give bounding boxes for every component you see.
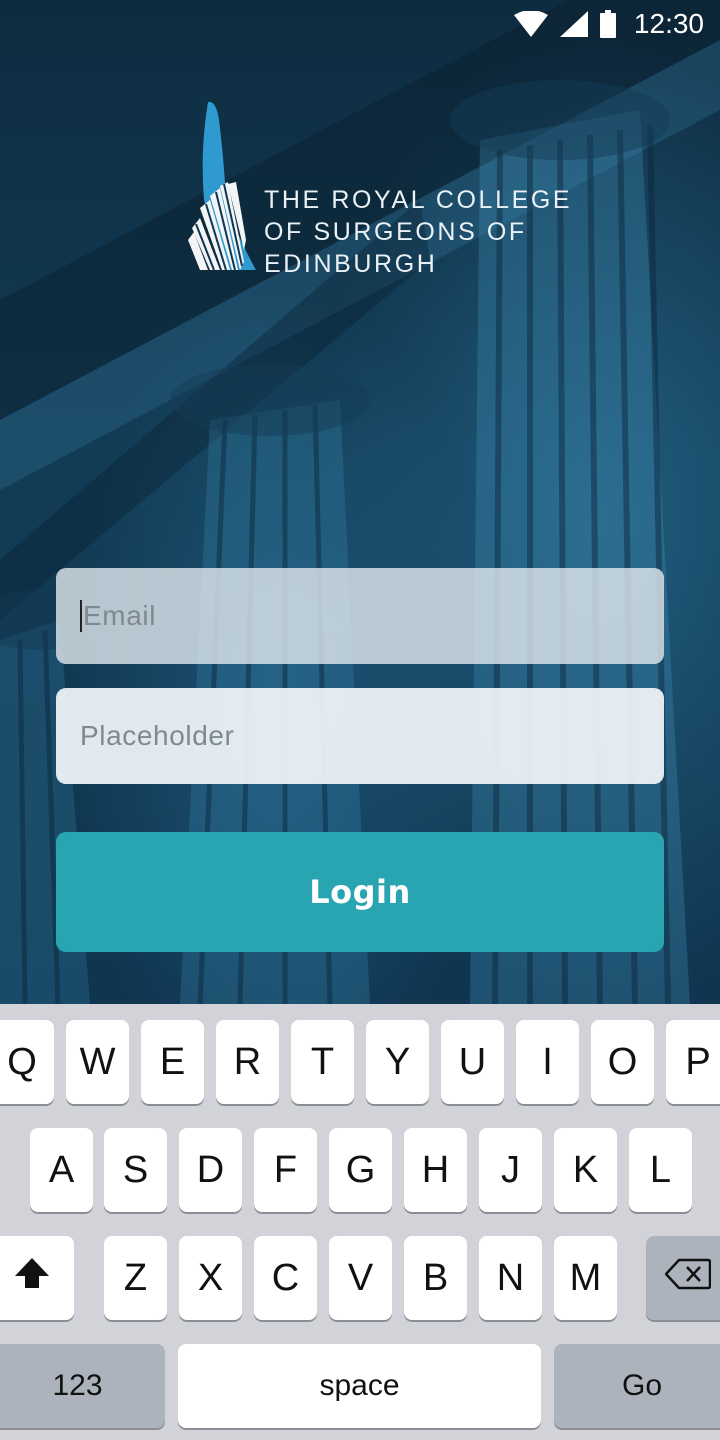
key-k[interactable]: K (554, 1128, 617, 1212)
key-i[interactable]: I (516, 1020, 579, 1104)
battery-icon (599, 10, 616, 38)
login-button[interactable]: Login (56, 832, 664, 952)
rcsed-emblem-icon (188, 101, 256, 271)
key-z[interactable]: Z (104, 1236, 167, 1320)
key-n[interactable]: N (479, 1236, 542, 1320)
key-s[interactable]: S (104, 1128, 167, 1212)
key-y[interactable]: Y (366, 1020, 429, 1104)
logo-wordmark: THE ROYAL COLLEGE OF SURGEONS OF EDINBUR… (264, 184, 572, 280)
on-screen-keyboard: Q W E R T Y U I O P A S D F G H J K L Z … (0, 1004, 720, 1440)
key-a[interactable]: A (30, 1128, 93, 1212)
status-bar: 12:30 (0, 0, 720, 48)
key-b[interactable]: B (404, 1236, 467, 1320)
logo-line-2: OF SURGEONS OF (264, 218, 527, 246)
wifi-icon (513, 11, 548, 37)
email-field[interactable]: Email (56, 568, 664, 664)
key-p[interactable]: P (666, 1020, 720, 1104)
key-q[interactable]: Q (0, 1020, 54, 1104)
key-d[interactable]: D (179, 1128, 242, 1212)
password-placeholder: Placeholder (80, 720, 235, 751)
key-j[interactable]: J (479, 1128, 542, 1212)
key-g[interactable]: G (329, 1128, 392, 1212)
key-w[interactable]: W (66, 1020, 129, 1104)
shift-key[interactable] (0, 1236, 74, 1320)
logo-line-3: EDINBURGH (264, 250, 438, 278)
numbers-key[interactable]: 123 (0, 1344, 165, 1428)
status-time: 12:30 (633, 8, 704, 39)
go-key[interactable]: Go (554, 1344, 720, 1428)
key-t[interactable]: T (291, 1020, 354, 1104)
email-placeholder: Email (83, 600, 157, 631)
key-x[interactable]: X (179, 1236, 242, 1320)
key-v[interactable]: V (329, 1236, 392, 1320)
key-u[interactable]: U (441, 1020, 504, 1104)
key-l[interactable]: L (629, 1128, 692, 1212)
cellular-signal-icon (559, 11, 588, 37)
key-m[interactable]: M (554, 1236, 617, 1320)
key-r[interactable]: R (216, 1020, 279, 1104)
key-o[interactable]: O (591, 1020, 654, 1104)
backspace-key[interactable] (646, 1236, 720, 1320)
key-c[interactable]: C (254, 1236, 317, 1320)
rcsed-logo: THE ROYAL COLLEGE OF SURGEONS OF EDINBUR… (186, 100, 586, 278)
shift-icon (13, 1256, 51, 1300)
space-key[interactable]: space (178, 1344, 541, 1428)
text-cursor (80, 600, 82, 632)
key-f[interactable]: F (254, 1128, 317, 1212)
backspace-icon (664, 1257, 712, 1300)
key-e[interactable]: E (141, 1020, 204, 1104)
logo-line-1: THE ROYAL COLLEGE (264, 186, 573, 214)
key-h[interactable]: H (404, 1128, 467, 1212)
password-field[interactable]: Placeholder (56, 688, 664, 784)
